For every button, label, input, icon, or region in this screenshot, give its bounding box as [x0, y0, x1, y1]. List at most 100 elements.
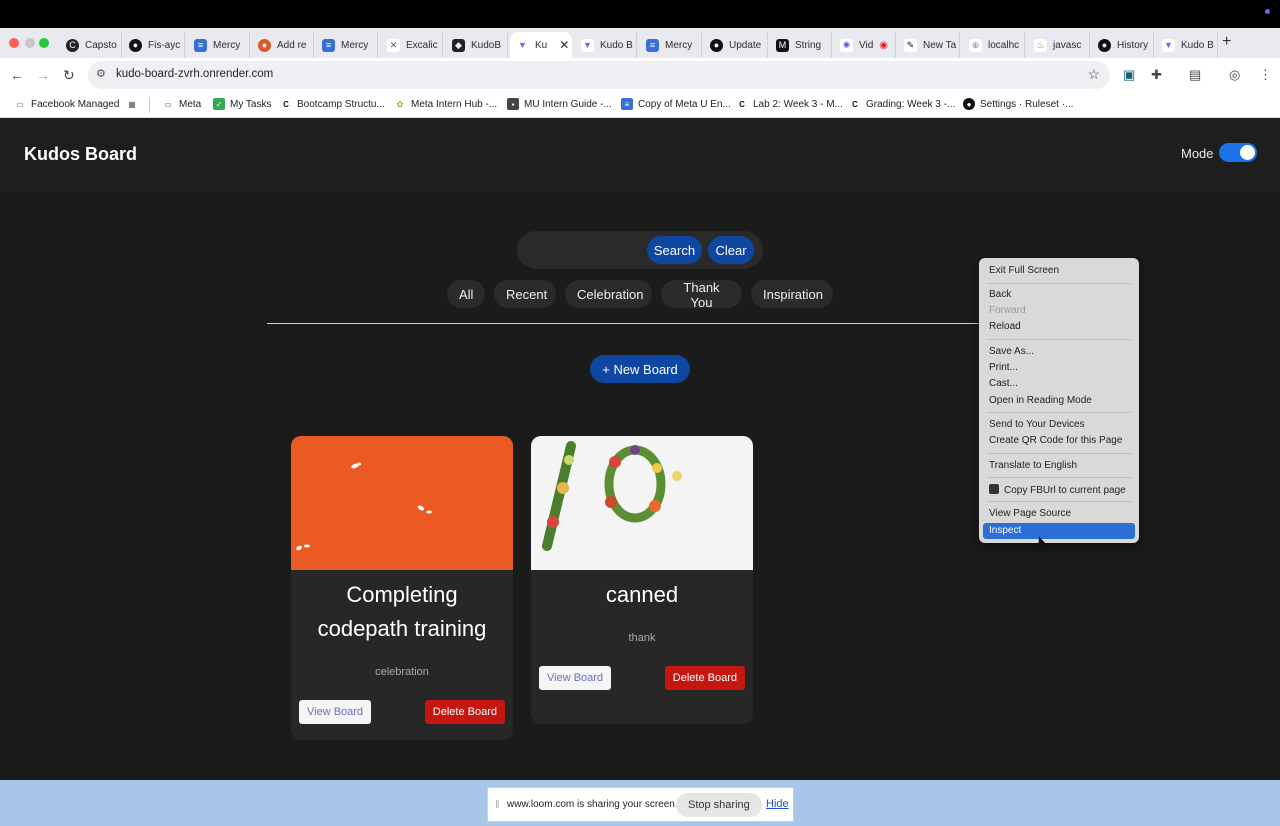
bookmark-item[interactable]: ▭ Facebook Managed: [14, 98, 119, 110]
back-arrow-icon[interactable]: ←: [10, 67, 24, 83]
menu-separator: [987, 283, 1131, 284]
address-bar[interactable]: ⚙ kudo-board-zvrh.onrender.com ☆: [88, 61, 1110, 89]
browser-tab[interactable]: ● Add re: [252, 32, 314, 58]
bookmark-item[interactable]: ▪ MU Intern Guide -...: [507, 98, 612, 110]
browser-tab[interactable]: ≡ Mercy: [188, 32, 250, 58]
bookmark-item[interactable]: ▭ Meta: [162, 98, 201, 110]
browser-tab[interactable]: ◆ KudoB: [446, 32, 508, 58]
vite-icon: ▼: [516, 38, 529, 52]
app-icon: ◆: [452, 38, 465, 52]
docs-icon: ≡: [646, 38, 659, 52]
dark-mode-toggle[interactable]: [1219, 143, 1257, 162]
browser-tab-active[interactable]: ▼ Ku ✕: [510, 32, 572, 58]
filter-inspiration[interactable]: Inspiration: [751, 280, 833, 308]
menu-inspect[interactable]: Inspect: [989, 525, 1021, 536]
browser-tab[interactable]: ● Fis-ayc: [123, 32, 185, 58]
menu-create-qr-code[interactable]: Create QR Code for this Page: [989, 435, 1122, 446]
browser-tab[interactable]: ✺ Vid ◉: [834, 32, 896, 58]
menu-exit-full-screen[interactable]: Exit Full Screen: [989, 265, 1059, 276]
menu-copy-fburl-label: Copy FBUrl to current page: [1004, 485, 1126, 496]
github-icon: ●: [710, 38, 723, 52]
tab-strip: C Capsto ● Fis-ayc ≡ Mercy ● Add re ≡ Mercy ✕…: [0, 28, 1280, 58]
menu-back[interactable]: Back: [989, 289, 1011, 300]
tab-label: Mercy: [341, 39, 369, 51]
site-settings-icon[interactable]: ⚙: [96, 67, 106, 80]
bookmark-item[interactable]: C Grading: Week 3 -...: [849, 98, 955, 110]
menu-reading-mode[interactable]: Open in Reading Mode: [989, 395, 1092, 406]
menu-send-to-devices[interactable]: Send to Your Devices: [989, 419, 1085, 430]
menu-forward[interactable]: Forward: [989, 305, 1026, 316]
search-button[interactable]: Search: [647, 236, 702, 264]
apps-grid-button[interactable]: ▦: [126, 98, 138, 110]
browser-tab[interactable]: ● History: [1092, 32, 1154, 58]
filter-thank-you[interactable]: Thank You: [661, 280, 742, 310]
bookmark-label: Meta Intern Hub -...: [411, 98, 498, 110]
extensions-puzzle-icon[interactable]: ✚: [1151, 67, 1162, 83]
clear-button[interactable]: Clear: [708, 236, 754, 264]
profile-avatar-icon[interactable]: ◎: [1229, 67, 1240, 83]
bookmark-star-icon[interactable]: ☆: [1087, 66, 1100, 83]
hide-link[interactable]: Hide: [766, 798, 789, 810]
mode-label: Mode: [1181, 146, 1214, 161]
menu-reload[interactable]: Reload: [989, 321, 1021, 332]
search-input[interactable]: [525, 237, 653, 263]
browser-tab[interactable]: ▼ Kudo B: [575, 32, 637, 58]
delete-board-button[interactable]: Delete Board: [424, 700, 505, 724]
bookmark-item[interactable]: ≡ Copy of Meta U En...: [621, 98, 731, 110]
tab-label: KudoB: [471, 39, 502, 51]
stop-sharing-button[interactable]: Stop sharing: [676, 793, 762, 817]
tab-label: Update: [729, 39, 762, 51]
browser-tab[interactable]: C Capsto: [60, 32, 122, 58]
menu-cast[interactable]: Cast...: [989, 378, 1018, 389]
bookmark-label: Copy of Meta U En...: [638, 98, 731, 110]
browser-tab[interactable]: ● Update: [704, 32, 768, 58]
filter-all[interactable]: All: [447, 280, 485, 308]
apps-grid-icon: ▦: [128, 99, 136, 109]
tab-label: Capsto: [85, 39, 117, 51]
forward-arrow-icon[interactable]: →: [36, 67, 50, 83]
browser-tab[interactable]: ≡ Mercy: [640, 32, 702, 58]
close-window-icon[interactable]: [9, 38, 19, 48]
maximize-window-icon[interactable]: [39, 38, 49, 48]
browser-tab[interactable]: ⊕ localhc: [963, 32, 1025, 58]
browser-tab[interactable]: M String: [770, 32, 832, 58]
menu-translate[interactable]: Translate to English: [989, 460, 1077, 471]
browser-tab[interactable]: ✎ New Ta: [898, 32, 960, 58]
toggle-knob: [1240, 145, 1255, 160]
new-tab-icon[interactable]: +: [1222, 33, 1231, 51]
minimize-window-icon[interactable]: [25, 38, 35, 48]
menu-save-as[interactable]: Save As...: [989, 346, 1034, 357]
browser-tab[interactable]: ♨ javasc: [1028, 32, 1090, 58]
menu-copy-fburl[interactable]: Copy FBUrl to current page: [989, 484, 1126, 496]
side-panel-icon[interactable]: ▤: [1189, 67, 1201, 83]
new-board-button[interactable]: + New Board: [590, 355, 690, 383]
tab-label: localhc: [988, 39, 1020, 51]
filter-recent[interactable]: Recent: [494, 280, 556, 308]
bookmark-item[interactable]: ● Settings · Ruleset ·...: [963, 98, 1073, 110]
browser-tab[interactable]: ▼ Kudo B: [1156, 32, 1218, 58]
reddit-icon: ●: [258, 38, 271, 52]
tab-label: Kudo B: [600, 39, 633, 51]
reload-icon[interactable]: ↻: [63, 67, 75, 84]
url-text[interactable]: kudo-board-zvrh.onrender.com: [116, 68, 273, 80]
tab-label: History: [1117, 39, 1149, 51]
browser-tab[interactable]: ≡ Mercy: [316, 32, 378, 58]
bookmark-item[interactable]: ✿ Meta Intern Hub -...: [394, 98, 498, 110]
board-card: canned thank View Board Delete Board: [531, 436, 753, 724]
close-tab-icon[interactable]: ✕: [559, 38, 569, 52]
drag-handle-icon[interactable]: ‖: [495, 799, 500, 811]
menu-view-page-source[interactable]: View Page Source: [989, 508, 1071, 519]
extension-icon[interactable]: ▣: [1123, 67, 1135, 83]
more-menu-icon[interactable]: ⋮: [1259, 67, 1272, 83]
delete-board-button[interactable]: Delete Board: [664, 666, 745, 690]
view-board-button[interactable]: View Board: [539, 666, 612, 690]
view-board-button[interactable]: View Board: [299, 700, 372, 724]
bookmark-item[interactable]: C Lab 2: Week 3 - M...: [736, 98, 843, 110]
browser-tab[interactable]: ✕ Excalic: [381, 32, 443, 58]
menu-print[interactable]: Print...: [989, 362, 1018, 373]
bookmark-item[interactable]: C Bootcamp Structu...: [280, 98, 385, 110]
filter-celebration[interactable]: Celebration: [565, 280, 652, 308]
tab-label: String: [795, 39, 822, 51]
bookmark-item[interactable]: ✓ My Tasks: [213, 98, 272, 110]
vite-icon: ▼: [581, 38, 594, 52]
